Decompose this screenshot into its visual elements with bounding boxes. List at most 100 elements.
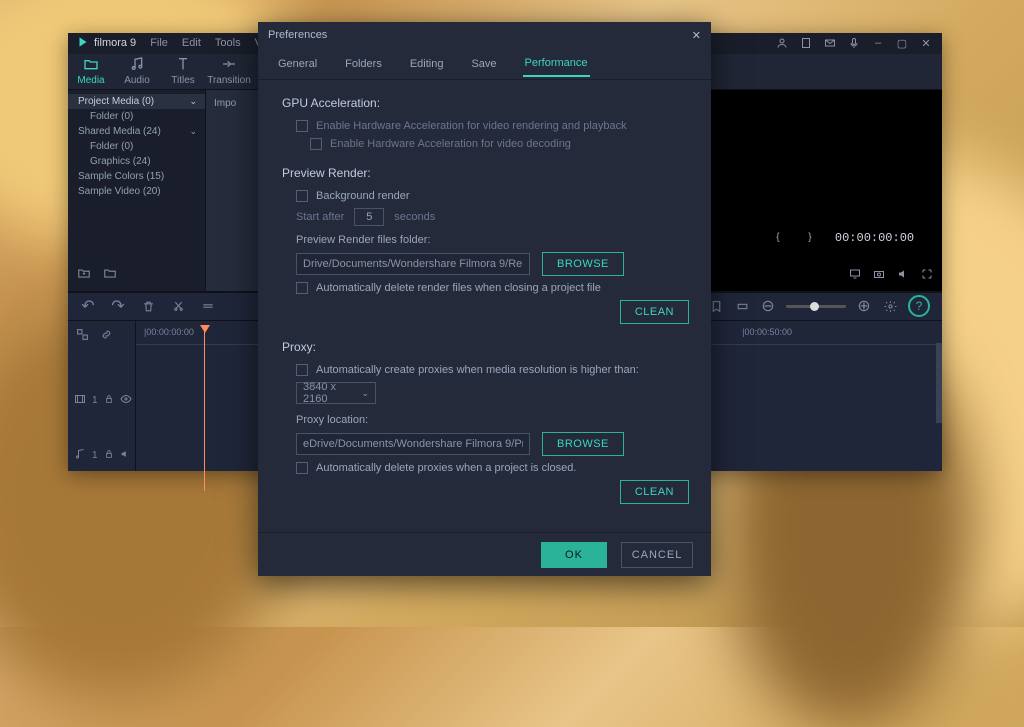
settings-icon[interactable] <box>882 298 898 314</box>
account-icon[interactable] <box>774 35 790 51</box>
menu-file[interactable]: File <box>150 37 168 49</box>
checkbox-auto-delete-render[interactable] <box>296 282 308 294</box>
label-proxy-location: Proxy location: <box>296 414 368 426</box>
checkbox-auto-proxy[interactable] <box>296 364 308 376</box>
link-media-icon[interactable] <box>74 327 90 343</box>
speaker-icon[interactable] <box>120 449 130 462</box>
cancel-button[interactable]: CANCEL <box>621 542 693 568</box>
playhead-handle[interactable] <box>200 325 210 333</box>
prefs-tab-editing[interactable]: Editing <box>408 52 446 76</box>
select-proxy-resolution[interactable]: 3840 x 2160 ⌄ <box>296 382 376 404</box>
tab-audio[interactable]: Audio <box>114 56 160 86</box>
transition-icon <box>221 56 237 72</box>
window-close[interactable]: ✕ <box>918 35 934 51</box>
cut-icon[interactable] <box>170 298 186 314</box>
media-tree: Project Media (0)⌄ Folder (0) Shared Med… <box>68 90 206 291</box>
lock-icon[interactable] <box>104 394 114 407</box>
folder-icon <box>83 56 99 72</box>
film-icon <box>74 393 86 408</box>
menu-tools[interactable]: Tools <box>215 37 241 49</box>
menu-edit[interactable]: Edit <box>182 37 201 49</box>
input-start-delay[interactable] <box>354 208 384 226</box>
label-start-after: Start after <box>296 211 344 223</box>
braces-left: { <box>771 231 785 245</box>
section-proxy: Proxy: Automatically create proxies when… <box>282 340 689 504</box>
tab-titles[interactable]: Titles <box>160 56 206 86</box>
zoom-out-icon[interactable]: ⊖ <box>760 298 776 314</box>
prefs-close-icon[interactable]: ✕ <box>692 29 701 42</box>
checkbox-auto-delete-proxy[interactable] <box>296 462 308 474</box>
prefs-tab-folders[interactable]: Folders <box>343 52 384 76</box>
checkbox-gpu-decode[interactable] <box>310 138 322 150</box>
new-folder-icon[interactable] <box>76 265 92 281</box>
tree-graphics[interactable]: Graphics (24) <box>68 154 205 169</box>
label-auto-delete-render: Automatically delete render files when c… <box>316 282 601 294</box>
help-button[interactable]: ? <box>908 295 930 317</box>
prefs-tab-general[interactable]: General <box>276 52 319 76</box>
tab-transition-label: Transition <box>207 75 251 86</box>
edit-tool-icon[interactable] <box>200 298 216 314</box>
tree-folder-1[interactable]: Folder (0) <box>68 139 205 154</box>
mic-icon[interactable] <box>846 35 862 51</box>
prefs-tab-performance[interactable]: Performance <box>523 51 590 77</box>
undo-icon[interactable]: ↶ <box>80 298 96 314</box>
browse-render-button[interactable]: BROWSE <box>542 252 624 276</box>
tab-media-label: Media <box>77 75 104 86</box>
render-heading: Preview Render: <box>282 166 689 180</box>
timeline-scrollbar[interactable] <box>936 343 942 423</box>
tree-sample-video[interactable]: Sample Video (20) <box>68 184 205 199</box>
window-maximize[interactable]: ▢ <box>894 35 910 51</box>
import-button[interactable]: Impo <box>214 98 236 109</box>
fullscreen-icon[interactable] <box>920 267 934 281</box>
add-folder-icon[interactable] <box>102 265 118 281</box>
input-render-folder[interactable] <box>296 253 530 275</box>
label-render-folder: Preview Render files folder: <box>296 234 431 246</box>
volume-icon[interactable] <box>896 267 910 281</box>
checkbox-gpu-render[interactable] <box>296 120 308 132</box>
tree-shared-media[interactable]: Shared Media (24)⌄ <box>68 124 205 139</box>
chain-icon[interactable] <box>98 327 114 343</box>
braces-right: } <box>803 231 817 245</box>
clean-render-button[interactable]: CLEAN <box>620 300 689 324</box>
notes-icon[interactable] <box>798 35 814 51</box>
checkbox-bg-render[interactable] <box>296 190 308 202</box>
redo-icon[interactable]: ↷ <box>110 298 126 314</box>
browse-proxy-button[interactable]: BROWSE <box>542 432 624 456</box>
clean-proxy-button[interactable]: CLEAN <box>620 480 689 504</box>
eye-icon[interactable] <box>120 393 132 408</box>
tab-audio-label: Audio <box>124 75 150 86</box>
music-track-icon <box>74 448 86 463</box>
prefs-tabs: General Folders Editing Save Performance <box>258 48 711 80</box>
label-gpu-render: Enable Hardware Acceleration for video r… <box>316 120 627 132</box>
input-proxy-location[interactable] <box>296 433 530 455</box>
zoom-in-icon[interactable]: ⊕ <box>856 298 872 314</box>
monitor-icon[interactable] <box>848 267 862 281</box>
section-preview-render: Preview Render: Background render Start … <box>282 166 689 324</box>
prefs-tab-save[interactable]: Save <box>469 52 498 76</box>
lock-icon[interactable] <box>104 449 114 462</box>
gpu-heading: GPU Acceleration: <box>282 96 689 110</box>
trash-icon[interactable] <box>140 298 156 314</box>
fit-icon[interactable] <box>734 298 750 314</box>
mail-icon[interactable] <box>822 35 838 51</box>
label-seconds: seconds <box>394 211 435 223</box>
music-icon <box>129 56 145 72</box>
preferences-dialog: Preferences ✕ General Folders Editing Sa… <box>258 22 711 576</box>
label-gpu-decode: Enable Hardware Acceleration for video d… <box>330 138 571 150</box>
tree-project-media[interactable]: Project Media (0)⌄ <box>68 94 205 109</box>
tab-transition[interactable]: Transition <box>206 56 252 86</box>
zoom-slider[interactable] <box>786 305 846 308</box>
chevron-down-icon: ⌄ <box>361 388 369 399</box>
tree-sample-colors[interactable]: Sample Colors (15) <box>68 169 205 184</box>
app-logo: filmora 9 <box>76 35 136 52</box>
snapshot-icon[interactable] <box>872 267 886 281</box>
proxy-heading: Proxy: <box>282 340 689 354</box>
tab-media[interactable]: Media <box>68 56 114 86</box>
video-track-label[interactable]: 1 <box>74 393 129 408</box>
tab-titles-label: Titles <box>171 75 195 86</box>
ok-button[interactable]: OK <box>541 542 607 568</box>
app-name: filmora 9 <box>94 37 136 49</box>
window-minimize[interactable]: – <box>870 35 886 51</box>
tree-folder-0[interactable]: Folder (0) <box>68 109 205 124</box>
audio-track-label[interactable]: 1 <box>74 448 129 463</box>
